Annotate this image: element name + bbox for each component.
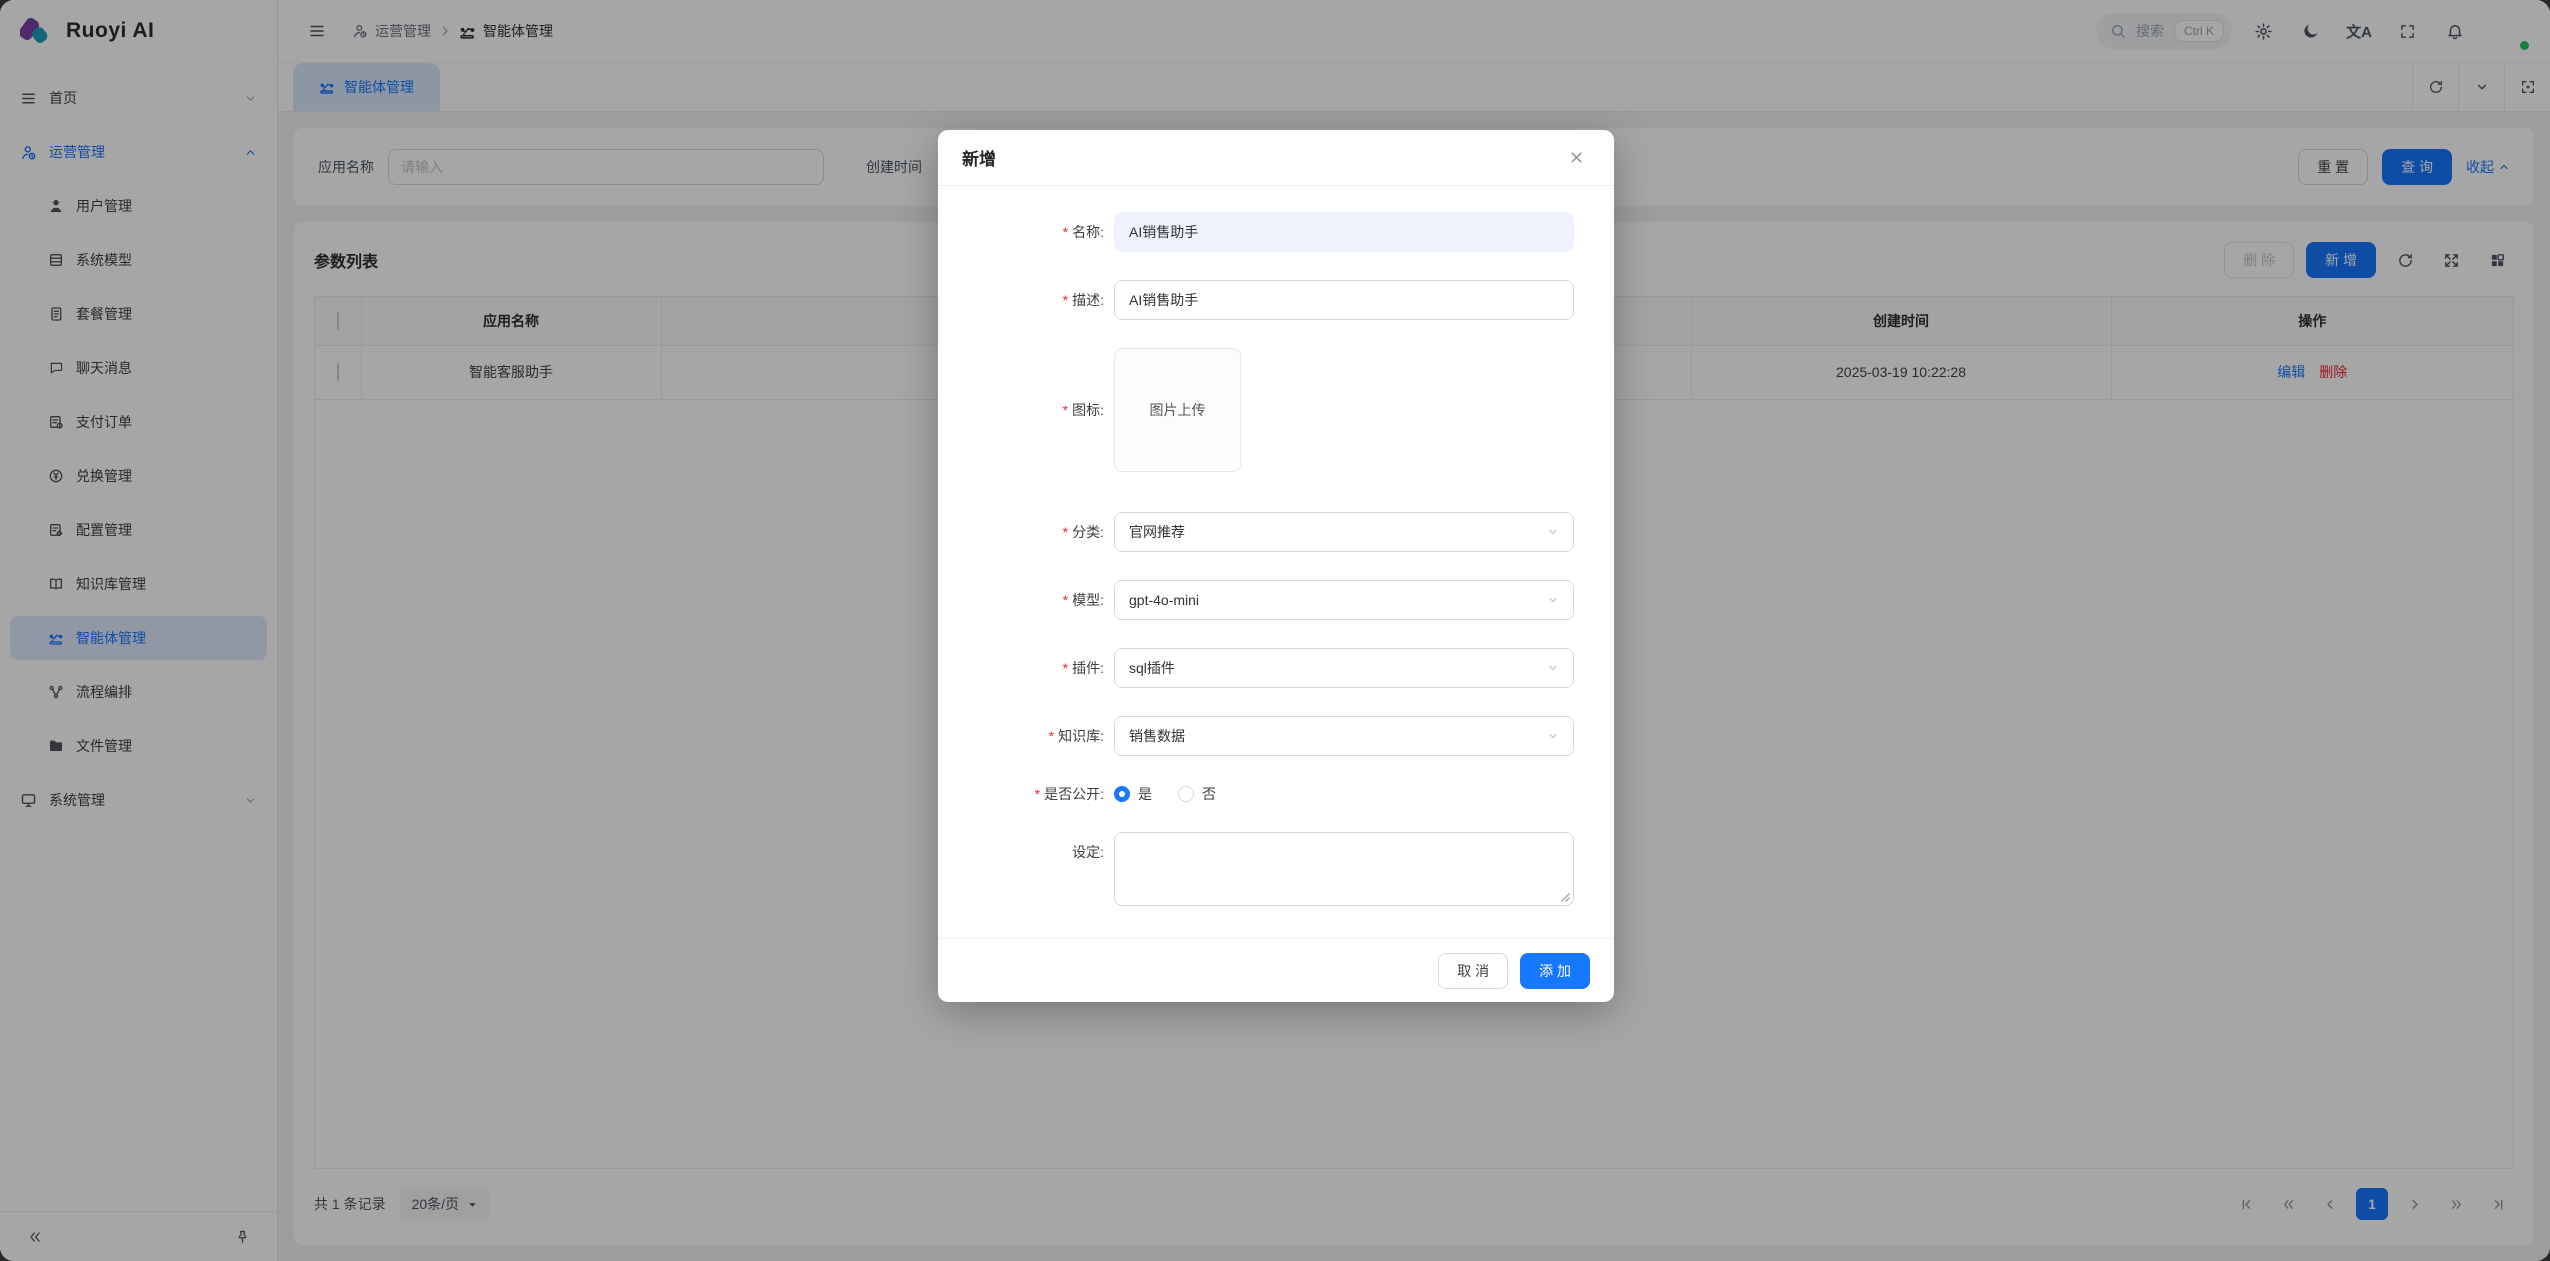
icon-label: *图标: — [954, 348, 1114, 420]
required-mark: * — [1063, 292, 1068, 308]
radio-unselected-icon — [1178, 786, 1194, 802]
setting-label: 设定: — [954, 832, 1114, 862]
category-select[interactable]: 官网推荐 — [1114, 512, 1574, 552]
plugin-field-row: *插件: sql插件 — [954, 648, 1574, 688]
public-no-radio[interactable]: 否 — [1178, 784, 1216, 804]
upload-text: 图片上传 — [1150, 400, 1206, 420]
required-mark: * — [1035, 786, 1040, 802]
app-window: Ruoyi AI 首页 运营管理 用户管理 系统模型 — [0, 0, 2550, 1261]
model-field-row: *模型: gpt-4o-mini — [954, 580, 1574, 620]
plugin-select[interactable]: sql插件 — [1114, 648, 1574, 688]
submit-button[interactable]: 添 加 — [1520, 953, 1590, 989]
add-agent-dialog: 新增 *名称: *描述: *图标: 图片上传 *分类: — [938, 130, 1614, 1002]
name-field-row: *名称: — [954, 212, 1574, 252]
required-mark: * — [1063, 524, 1068, 540]
required-mark: * — [1063, 402, 1068, 418]
knowledge-base-value: 销售数据 — [1129, 726, 1185, 746]
required-mark: * — [1063, 660, 1068, 676]
model-select[interactable]: gpt-4o-mini — [1114, 580, 1574, 620]
dialog-header: 新增 — [938, 130, 1614, 186]
image-upload-box[interactable]: 图片上传 — [1114, 348, 1241, 472]
radio-label: 否 — [1202, 784, 1216, 804]
radio-selected-icon — [1114, 786, 1130, 802]
dialog-body: *名称: *描述: *图标: 图片上传 *分类: 官网推荐 — [938, 186, 1614, 938]
dialog-footer: 取 消 添 加 — [938, 938, 1614, 1002]
chevron-down-icon — [1547, 594, 1559, 606]
description-label: *描述: — [954, 290, 1114, 310]
close-icon[interactable] — [1562, 144, 1590, 172]
dialog-title: 新增 — [962, 145, 996, 170]
name-label: *名称: — [954, 222, 1114, 242]
public-field-row: *是否公开: 是 否 — [954, 784, 1574, 804]
description-field-row: *描述: — [954, 280, 1574, 320]
required-mark: * — [1063, 592, 1068, 608]
model-value: gpt-4o-mini — [1129, 592, 1199, 608]
chevron-down-icon — [1547, 662, 1559, 674]
plugin-label: *插件: — [954, 658, 1114, 678]
category-label: *分类: — [954, 522, 1114, 542]
public-label: *是否公开: — [954, 784, 1114, 804]
knowledge-base-field-row: *知识库: 销售数据 — [954, 716, 1574, 756]
public-yes-radio[interactable]: 是 — [1114, 784, 1152, 804]
category-value: 官网推荐 — [1129, 522, 1185, 542]
chevron-down-icon — [1547, 730, 1559, 742]
icon-field-row: *图标: 图片上传 — [954, 348, 1574, 472]
plugin-value: sql插件 — [1129, 658, 1175, 678]
knowledge-base-select[interactable]: 销售数据 — [1114, 716, 1574, 756]
required-mark: * — [1063, 224, 1068, 240]
radio-label: 是 — [1138, 784, 1152, 804]
chevron-down-icon — [1547, 526, 1559, 538]
knowledge-base-label: *知识库: — [954, 726, 1114, 746]
cancel-button[interactable]: 取 消 — [1438, 953, 1508, 989]
setting-field-row: 设定: — [954, 832, 1574, 906]
name-input[interactable] — [1114, 212, 1574, 252]
model-label: *模型: — [954, 590, 1114, 610]
category-field-row: *分类: 官网推荐 — [954, 512, 1574, 552]
description-input[interactable] — [1114, 280, 1574, 320]
required-mark: * — [1049, 728, 1054, 744]
setting-textarea[interactable] — [1114, 832, 1574, 906]
